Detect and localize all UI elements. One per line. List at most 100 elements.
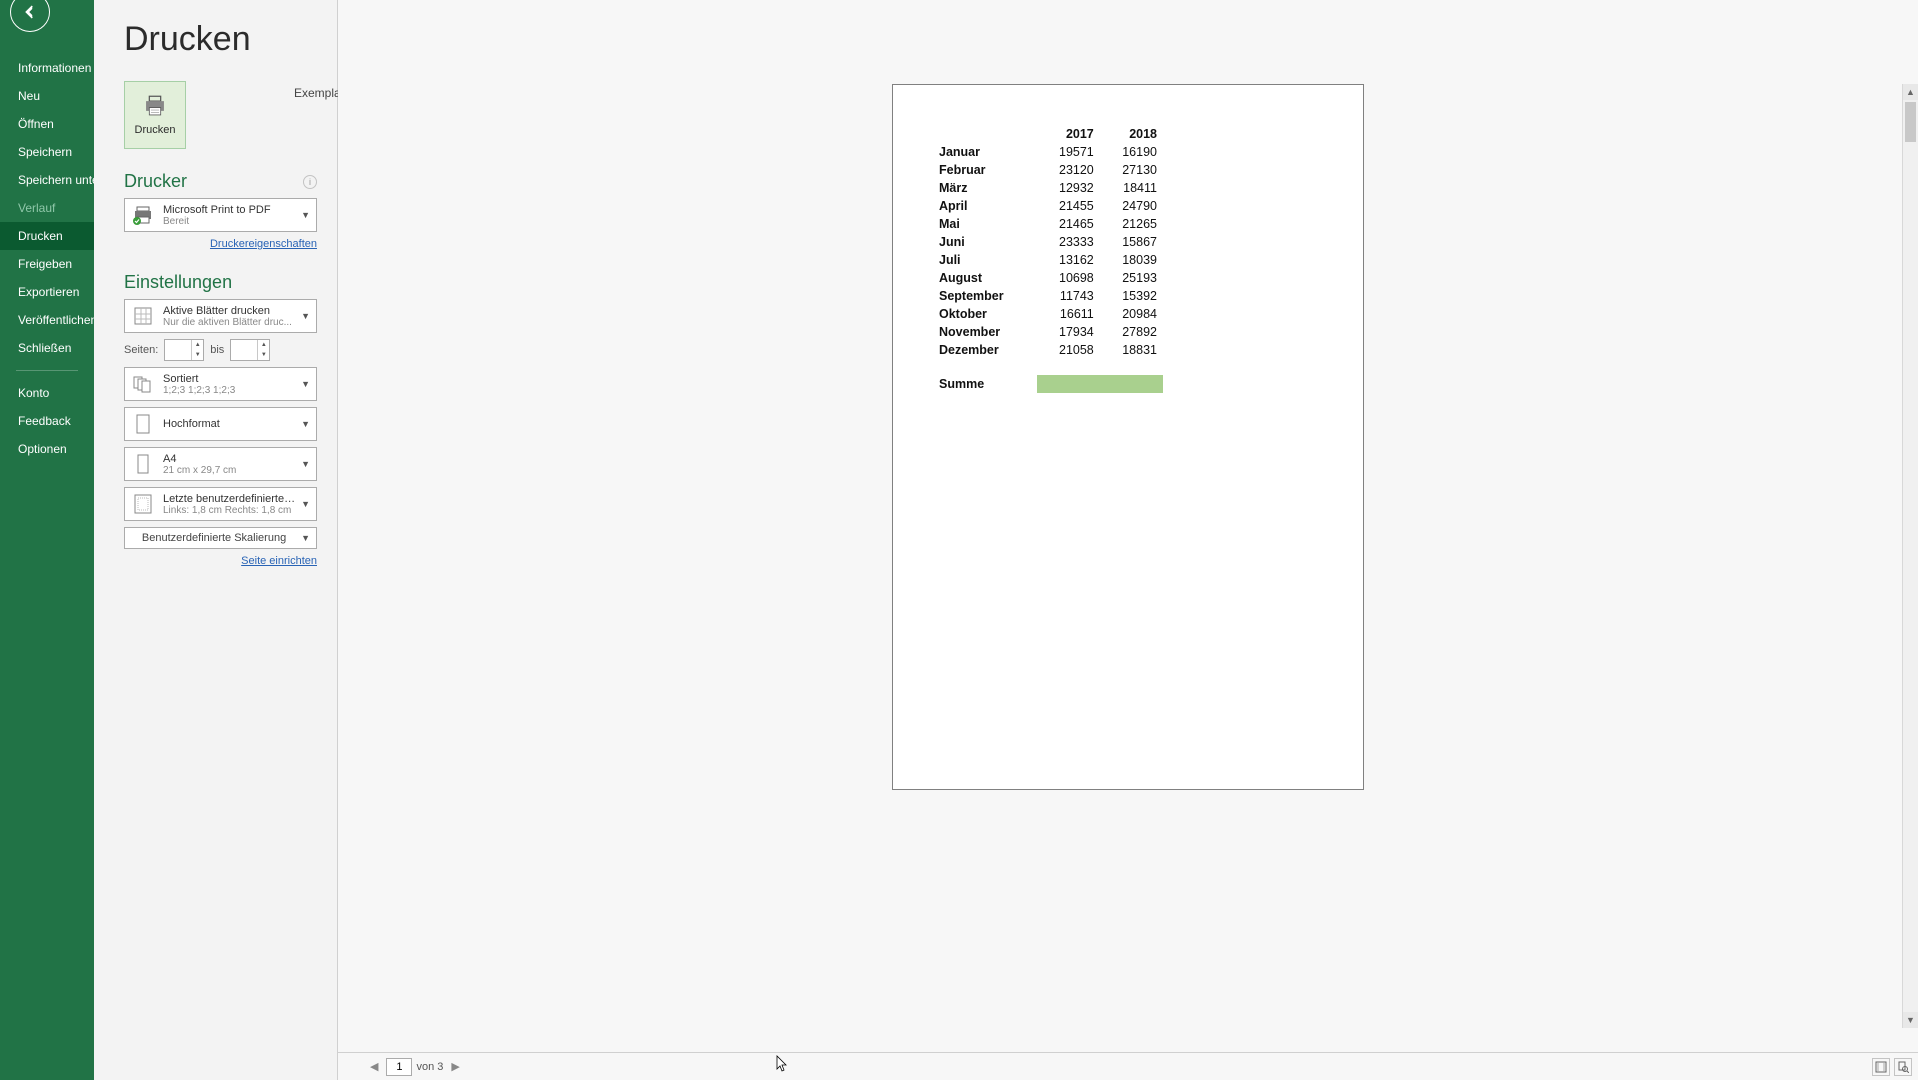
value-cell: 24790 xyxy=(1100,197,1163,215)
printer-name: Microsoft Print to PDF xyxy=(163,204,297,216)
table-row: Mai 21465 21265 xyxy=(933,215,1163,233)
printer-status: Bereit xyxy=(163,216,297,227)
sum-label: Summe xyxy=(933,375,1037,393)
orientation-select[interactable]: Hochformat ▼ xyxy=(124,407,317,441)
page-from-down[interactable]: ▼ xyxy=(192,350,203,360)
margins-select[interactable]: Letzte benutzerdefinierte Sei... Links: … xyxy=(124,487,317,521)
page-title: Drucken xyxy=(124,20,317,59)
prev-page-button[interactable]: ◀ xyxy=(366,1060,382,1073)
margins-line1: Letzte benutzerdefinierte Sei... xyxy=(163,493,297,505)
sidebar-item-drucken[interactable]: Drucken xyxy=(0,222,94,250)
chevron-down-icon: ▼ xyxy=(301,419,310,429)
collate-line1: Sortiert xyxy=(163,373,297,385)
preview-vertical-scrollbar[interactable]: ▲ ▼ xyxy=(1902,84,1918,1028)
sidebar-item-freigeben[interactable]: Freigeben xyxy=(0,250,94,278)
table-row: Juni 23333 15867 xyxy=(933,233,1163,251)
printer-select[interactable]: Microsoft Print to PDF Bereit ▼ xyxy=(124,198,317,232)
page-to-spinner[interactable]: ▲▼ xyxy=(230,339,270,361)
value-cell: 20984 xyxy=(1100,305,1163,323)
value-cell: 10698 xyxy=(1037,269,1100,287)
print-what-select[interactable]: Aktive Blätter drucken Nur die aktiven B… xyxy=(124,299,317,333)
value-cell: 16611 xyxy=(1037,305,1100,323)
chevron-down-icon: ▼ xyxy=(301,533,310,543)
scroll-thumb[interactable] xyxy=(1905,102,1916,142)
arrow-left-icon xyxy=(21,3,39,21)
sidebar-item-schliessen[interactable]: Schließen xyxy=(0,334,94,362)
paper-line2: 21 cm x 29,7 cm xyxy=(163,465,297,476)
sidebar-item-neu[interactable]: Neu xyxy=(0,82,94,110)
printer-icon xyxy=(142,94,168,118)
page-to-input[interactable] xyxy=(231,340,257,360)
print-button-label: Drucken xyxy=(135,124,176,136)
page-to-down[interactable]: ▼ xyxy=(258,350,269,360)
printer-device-icon xyxy=(131,203,155,227)
value-cell: 13162 xyxy=(1037,251,1100,269)
page-from-input[interactable] xyxy=(165,340,191,360)
sidebar-item-feedback[interactable]: Feedback xyxy=(0,407,94,435)
collate-select[interactable]: Sortiert 1;2;3 1;2;3 1;2;3 ▼ xyxy=(124,367,317,401)
chevron-down-icon: ▼ xyxy=(301,499,310,509)
scroll-up-icon[interactable]: ▲ xyxy=(1903,84,1918,100)
value-cell: 27130 xyxy=(1100,161,1163,179)
print-button[interactable]: Drucken xyxy=(124,81,186,149)
page-from-spinner[interactable]: ▲▼ xyxy=(164,339,204,361)
sidebar-item-konto[interactable]: Konto xyxy=(0,379,94,407)
print-settings-panel: Drucken Drucken Exemplare: ▲▼ Druck xyxy=(94,0,338,1080)
printer-info-icon[interactable]: i xyxy=(303,175,317,189)
month-cell: September xyxy=(933,287,1037,305)
value-cell: 18411 xyxy=(1100,179,1163,197)
value-cell: 23120 xyxy=(1037,161,1100,179)
sheets-icon xyxy=(131,304,155,328)
value-cell: 21058 xyxy=(1037,341,1100,359)
value-cell: 18039 xyxy=(1100,251,1163,269)
preview-footer-bar: ◀ von 3 ▶ xyxy=(338,1052,1918,1080)
back-button[interactable] xyxy=(10,0,50,32)
table-row: März 12932 18411 xyxy=(933,179,1163,197)
month-cell: Dezember xyxy=(933,341,1037,359)
sidebar-item-exportieren[interactable]: Exportieren xyxy=(0,278,94,306)
value-cell: 15392 xyxy=(1100,287,1163,305)
value-cell: 21265 xyxy=(1100,215,1163,233)
paper-size-select[interactable]: A4 21 cm x 29,7 cm ▼ xyxy=(124,447,317,481)
page-from-up[interactable]: ▲ xyxy=(192,340,203,350)
chevron-down-icon: ▼ xyxy=(301,311,310,321)
margins-line2: Links: 1,8 cm Rechts: 1,8 cm xyxy=(163,505,297,516)
month-cell: Mai xyxy=(933,215,1037,233)
month-cell: August xyxy=(933,269,1037,287)
value-cell: 23333 xyxy=(1037,233,1100,251)
table-header xyxy=(933,125,1037,143)
value-cell: 15867 xyxy=(1100,233,1163,251)
sidebar-item-speichern-unter[interactable]: Speichern unter xyxy=(0,166,94,194)
page-setup-link[interactable]: Seite einrichten xyxy=(124,555,317,567)
scroll-down-icon[interactable]: ▼ xyxy=(1903,1012,1918,1028)
orientation-label: Hochformat xyxy=(163,418,297,430)
sidebar-item-veroeffentlichen[interactable]: Veröffentlichen xyxy=(0,306,94,334)
printer-properties-link[interactable]: Druckereigenschaften xyxy=(124,238,317,250)
pages-label: Seiten: xyxy=(124,344,158,356)
next-page-button[interactable]: ▶ xyxy=(447,1060,463,1073)
sidebar-item-oeffnen[interactable]: Öffnen xyxy=(0,110,94,138)
value-cell: 12932 xyxy=(1037,179,1100,197)
sidebar-item-optionen[interactable]: Optionen xyxy=(0,435,94,463)
month-cell: Januar xyxy=(933,143,1037,161)
table-row: Juli 13162 18039 xyxy=(933,251,1163,269)
sidebar-separator xyxy=(16,370,78,371)
sidebar-item-speichern[interactable]: Speichern xyxy=(0,138,94,166)
month-cell: Februar xyxy=(933,161,1037,179)
table-header: 2017 xyxy=(1037,125,1100,143)
preview-page: 2017 2018 Januar 19571 16190Februar 2312… xyxy=(892,84,1364,790)
scaling-select[interactable]: Benutzerdefinierte Skalierung ▼ xyxy=(124,527,317,549)
month-cell: Juni xyxy=(933,233,1037,251)
table-row: Januar 19571 16190 xyxy=(933,143,1163,161)
month-cell: Oktober xyxy=(933,305,1037,323)
show-margins-button[interactable] xyxy=(1872,1058,1890,1076)
zoom-to-page-button[interactable] xyxy=(1894,1058,1912,1076)
sidebar-item-verlauf: Verlauf xyxy=(0,194,94,222)
table-row: Februar 23120 27130 xyxy=(933,161,1163,179)
page-to-up[interactable]: ▲ xyxy=(258,340,269,350)
month-cell: April xyxy=(933,197,1037,215)
table-row: September 11743 15392 xyxy=(933,287,1163,305)
current-page-input[interactable] xyxy=(386,1058,412,1076)
sidebar-item-informationen[interactable]: Informationen xyxy=(0,54,94,82)
sum-cell-2018 xyxy=(1100,375,1163,393)
